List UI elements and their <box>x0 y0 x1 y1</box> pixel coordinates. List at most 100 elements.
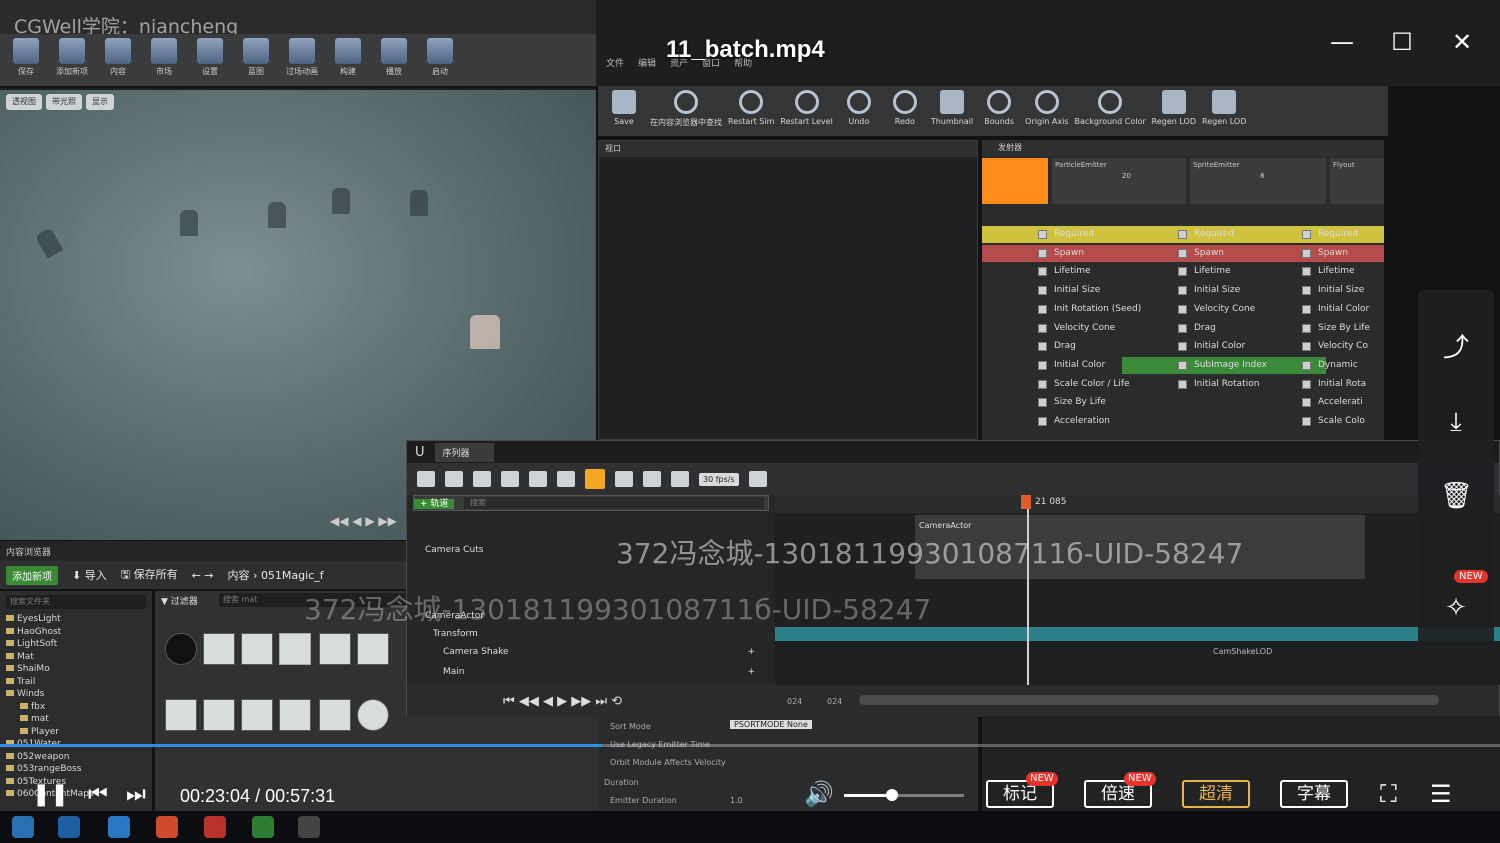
emitter-header[interactable]: Flyout <box>1330 158 1384 204</box>
module-enable-checkbox[interactable] <box>1302 267 1311 277</box>
end-frame[interactable]: 024 <box>827 697 842 706</box>
toolbar-play-button[interactable]: 播放 <box>374 38 414 77</box>
eye-icon[interactable] <box>557 471 575 487</box>
module-enable-checkbox[interactable] <box>1302 323 1311 333</box>
save-as-icon[interactable] <box>445 471 463 487</box>
save-icon[interactable] <box>417 471 435 487</box>
module-enable-checkbox[interactable] <box>1178 267 1187 277</box>
regen-lod-button[interactable]: Regen LOD <box>1152 90 1196 126</box>
pause-icon[interactable]: ❚❚ <box>32 782 69 807</box>
folder-tree-item[interactable]: LightSoft <box>6 638 146 651</box>
module-enable-checkbox[interactable] <box>1038 342 1047 352</box>
track-search-input[interactable]: 搜索 <box>464 497 764 509</box>
find-in-browser-button[interactable]: 在内容浏览器中查找 <box>650 90 722 128</box>
add-icon[interactable]: + <box>747 663 755 681</box>
module-enable-checkbox[interactable] <box>1178 286 1187 296</box>
history-nav-buttons[interactable]: ← → <box>192 569 214 582</box>
folder-search-input[interactable]: 搜索文件夹 <box>6 595 146 609</box>
next-icon[interactable]: ⏭ <box>126 782 146 807</box>
cascade-viewport[interactable]: 视口 <box>598 140 978 440</box>
track-camera-shake[interactable]: Camera Shake + <box>413 643 769 661</box>
fullscreen-icon[interactable]: ⛶ <box>1380 780 1397 808</box>
regen-lod-button-2[interactable]: Regen LOD <box>1202 90 1246 126</box>
magnet-icon[interactable] <box>643 471 661 487</box>
toolbar-market-button[interactable]: 市场 <box>144 38 184 77</box>
app-icon[interactable] <box>156 816 178 838</box>
asset-thumbnail[interactable] <box>203 699 235 731</box>
volume-knob[interactable] <box>886 789 898 801</box>
module-enable-checkbox[interactable] <box>1038 323 1047 333</box>
module-row[interactable]: Initial Rota <box>1262 376 1384 393</box>
restart-sim-button[interactable]: Restart Sim <box>728 90 774 126</box>
previous-icon[interactable]: ⏮ <box>88 782 108 807</box>
breadcrumb-root[interactable]: 内容 <box>228 569 250 582</box>
bounds-button[interactable]: Bounds <box>979 90 1019 126</box>
asset-thumbnail[interactable] <box>165 699 197 731</box>
menu-file[interactable]: 文件 <box>606 56 624 69</box>
toolbar-add-button[interactable]: 添加新项 <box>52 38 92 77</box>
folder-tree-item[interactable]: fbx <box>6 701 146 714</box>
app-icon[interactable] <box>252 816 274 838</box>
clock-icon[interactable] <box>671 471 689 487</box>
timeline-ruler[interactable] <box>775 495 1500 513</box>
asset-thumbnail[interactable] <box>319 699 351 731</box>
module-row[interactable]: Velocity Co <box>1262 338 1384 355</box>
auto-key-icon[interactable] <box>585 469 605 489</box>
module-enable-checkbox[interactable] <box>1038 286 1047 296</box>
unreal-icon[interactable] <box>298 816 320 838</box>
camera-icon[interactable] <box>501 471 519 487</box>
save-all-button[interactable]: 🖫 保存所有 <box>121 566 178 585</box>
toolbar-build-button[interactable]: 构建 <box>328 38 368 77</box>
folder-tree-item[interactable]: EyesLight <box>6 613 146 626</box>
camera-shake-section[interactable] <box>775 627 1500 641</box>
module-row[interactable]: Initial Color <box>1262 301 1384 318</box>
origin-axis-button[interactable]: Origin Axis <box>1025 90 1068 126</box>
asset-thumbnail[interactable] <box>165 633 197 665</box>
module-enable-checkbox[interactable] <box>1178 304 1187 314</box>
module-enable-checkbox[interactable] <box>1038 360 1047 370</box>
redo-button[interactable]: Redo <box>885 90 925 126</box>
module-row[interactable]: Size By Life <box>982 394 1186 411</box>
module-enable-checkbox[interactable] <box>1038 398 1047 408</box>
track-main[interactable]: Main + <box>413 663 769 681</box>
module-enable-checkbox[interactable] <box>1302 360 1311 370</box>
module-enable-checkbox[interactable] <box>1038 230 1047 239</box>
module-enable-checkbox[interactable] <box>1038 304 1047 314</box>
asset-thumbnail[interactable] <box>279 699 311 731</box>
restart-level-button[interactable]: Restart Level <box>780 90 833 126</box>
module-enable-checkbox[interactable] <box>1178 360 1187 370</box>
module-enable-checkbox[interactable] <box>1038 379 1047 389</box>
viewport-show-chip[interactable]: 显示 <box>86 94 114 110</box>
asset-thumbnail[interactable] <box>241 633 273 665</box>
asset-thumbnail[interactable] <box>203 633 235 665</box>
folder-tree-item[interactable]: Player <box>6 726 146 739</box>
playlist-icon[interactable]: ☰ <box>1430 780 1452 808</box>
viewport-lit-chip[interactable]: 带光照 <box>46 94 82 110</box>
add-track-button[interactable]: + 轨道 <box>414 499 455 509</box>
download-icon[interactable]: ⤓ <box>1440 406 1472 438</box>
module-enable-checkbox[interactable] <box>1302 230 1311 239</box>
asset-thumbnail[interactable] <box>357 633 389 665</box>
search-icon[interactable] <box>473 471 491 487</box>
toolbar-cinematics-button[interactable]: 过场动画 <box>282 38 322 77</box>
app-icon[interactable] <box>58 816 80 838</box>
toolbar-save-button[interactable]: 保存 <box>6 38 46 77</box>
render-icon[interactable] <box>529 471 547 487</box>
start-frame[interactable]: 024 <box>787 697 802 706</box>
toolbar-content-button[interactable]: 内容 <box>98 38 138 77</box>
add-new-button[interactable]: 添加新项 <box>6 565 58 585</box>
cascade-save-button[interactable]: Save <box>604 90 644 126</box>
module-enable-checkbox[interactable] <box>1038 248 1047 258</box>
module-enable-checkbox[interactable] <box>1302 248 1311 258</box>
playhead-handle[interactable] <box>1021 495 1031 509</box>
import-button[interactable]: ⬇ 导入 <box>72 567 107 583</box>
toolbar-settings-button[interactable]: 设置 <box>190 38 230 77</box>
add-icon[interactable]: + <box>747 643 755 661</box>
folder-tree-item[interactable]: mat <box>6 713 146 726</box>
module-enable-checkbox[interactable] <box>1302 304 1311 314</box>
module-enable-checkbox[interactable] <box>1302 379 1311 389</box>
module-row[interactable]: Lifetime <box>1262 263 1384 280</box>
module-enable-checkbox[interactable] <box>1178 342 1187 352</box>
toolbar-blueprint-button[interactable]: 蓝图 <box>236 38 276 77</box>
transport-controls[interactable]: ⏮ ◀◀ ◀ ▶ ▶▶ ⏭ ⟲ <box>503 694 622 709</box>
